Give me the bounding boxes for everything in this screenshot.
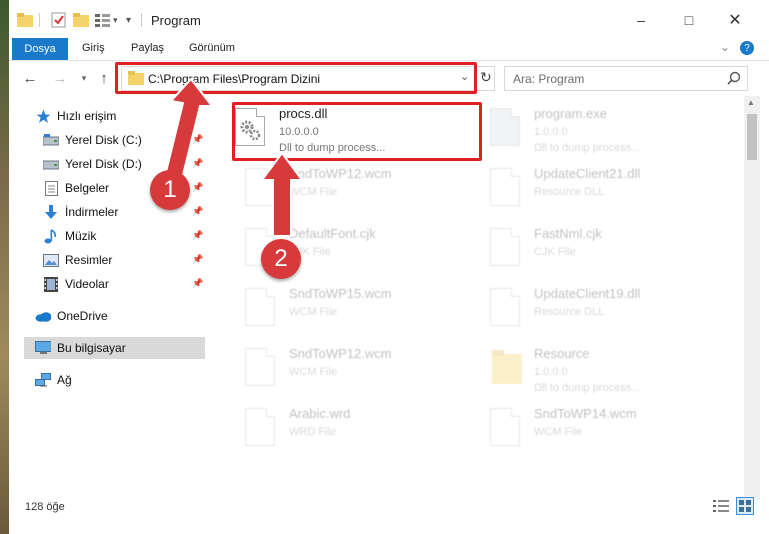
annotation-badge-1: 1 [150,170,190,210]
arrow-1 [164,77,215,177]
annotation-badge-2: 2 [261,239,301,279]
arrow-2 [260,151,304,237]
annotation-arrows [164,77,304,237]
